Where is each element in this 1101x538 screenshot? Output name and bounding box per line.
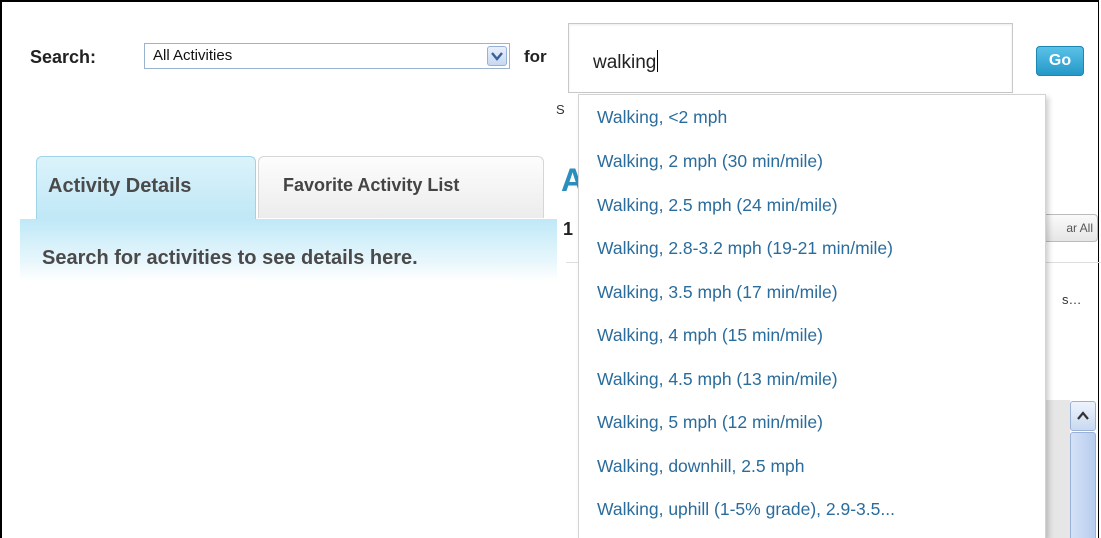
- text-caret: [657, 50, 659, 72]
- details-message: Search for activities to see details her…: [42, 247, 418, 269]
- chevron-down-icon[interactable]: [487, 46, 507, 66]
- autocomplete-item[interactable]: Walking, uphill (1-5% grade), 2.9-3.5...: [597, 499, 895, 520]
- tab-favorite-activity-list-label: Favorite Activity List: [283, 175, 460, 195]
- search-hint-text: S: [556, 102, 565, 117]
- autocomplete-item[interactable]: Walking, 2 mph (30 min/mile): [597, 151, 823, 172]
- category-select[interactable]: All Activities: [144, 43, 510, 69]
- for-label: for: [524, 47, 547, 66]
- scroll-up-button[interactable]: [1070, 401, 1096, 431]
- category-select-value: All Activities: [153, 47, 233, 64]
- autocomplete-item[interactable]: Walking, 4 mph (15 min/mile): [597, 325, 823, 346]
- go-button[interactable]: Go: [1036, 46, 1084, 76]
- autocomplete-item[interactable]: Walking, 4.5 mph (13 min/mile): [597, 369, 838, 390]
- tab-activity-details[interactable]: Activity Details: [36, 156, 256, 220]
- autocomplete-item[interactable]: Walking, 2.5 mph (24 min/mile): [597, 195, 838, 216]
- tab-activity-details-label: Activity Details: [48, 175, 192, 197]
- list-background: [1046, 400, 1070, 538]
- scrollbar-thumb[interactable]: [1070, 432, 1096, 538]
- autocomplete-item[interactable]: Walking, downhill, 2.5 mph: [597, 456, 805, 477]
- search-label: Search:: [30, 47, 97, 67]
- search-input-value: walking: [593, 50, 659, 73]
- autocomplete-item[interactable]: Walking, 5 mph (12 min/mile): [597, 412, 823, 433]
- truncated-text: s…: [1062, 292, 1082, 307]
- autocomplete-item[interactable]: Walking, <2 mph: [597, 107, 727, 128]
- autocomplete-dropdown: Walking, <2 mph Walking, 2 mph (30 min/m…: [578, 94, 1046, 538]
- autocomplete-item[interactable]: Walking, 3.5 mph (17 min/mile): [597, 282, 838, 303]
- search-input[interactable]: walking: [568, 23, 1013, 93]
- count-text: 1: [563, 219, 574, 239]
- autocomplete-item[interactable]: Walking, 2.8-3.2 mph (19-21 min/mile): [597, 238, 893, 259]
- tab-favorite-activity-list[interactable]: Favorite Activity List: [258, 156, 544, 218]
- chevron-up-icon: [1077, 411, 1089, 420]
- activity-details-panel: Search for activities to see details her…: [20, 219, 557, 281]
